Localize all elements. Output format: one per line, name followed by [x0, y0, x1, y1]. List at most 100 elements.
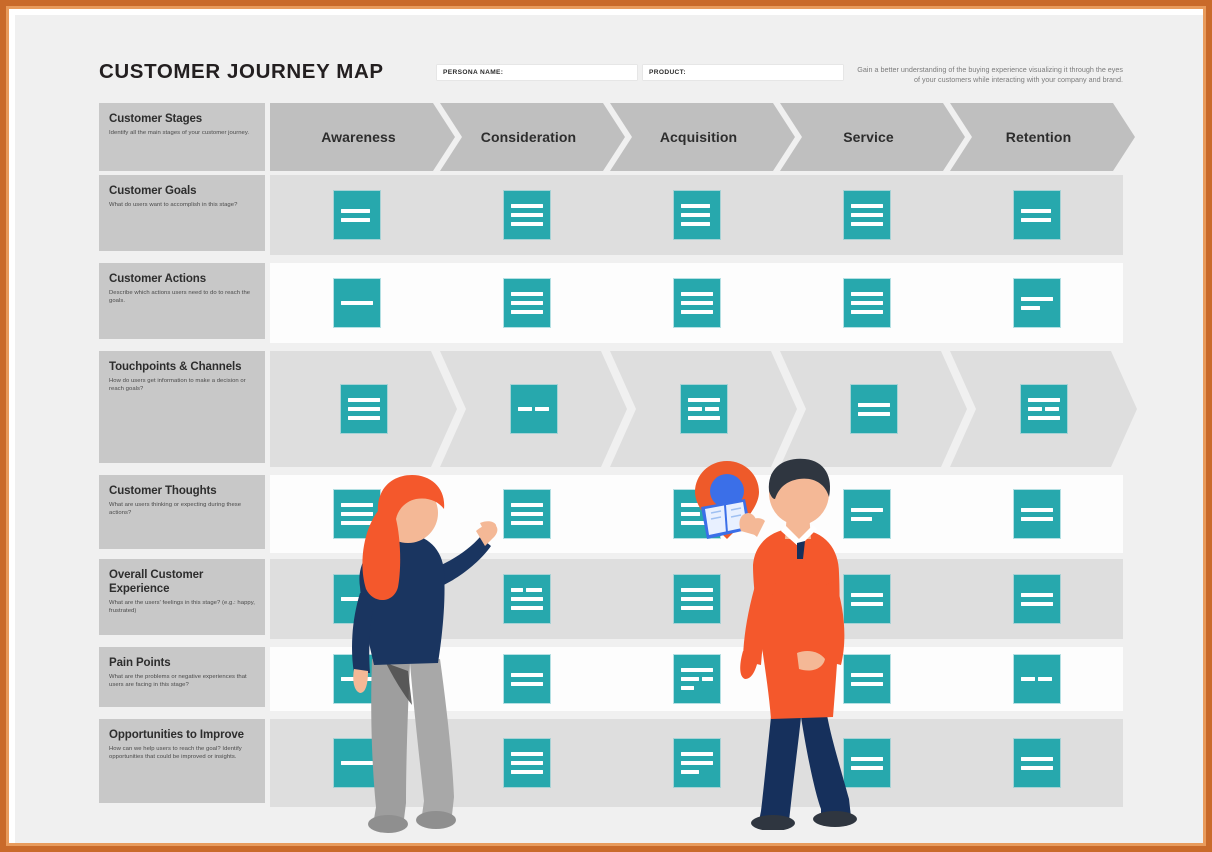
- note-card[interactable]: [333, 739, 380, 787]
- note-card[interactable]: [843, 575, 890, 623]
- cell-customer-goals-retention[interactable]: [950, 175, 1123, 255]
- note-card[interactable]: [333, 191, 380, 239]
- row-label-title: Opportunities to Improve: [109, 729, 244, 741]
- note-line: [1020, 756, 1053, 761]
- cell-opportunities-to-improve-consideration[interactable]: [440, 719, 613, 807]
- note-card[interactable]: [333, 279, 380, 327]
- note-card[interactable]: [333, 655, 380, 703]
- cell-pain-points-retention[interactable]: [950, 647, 1123, 711]
- row-label-touchpoints-channels[interactable]: Touchpoints & Channels How do users get i…: [99, 351, 265, 463]
- cell-pain-points-awareness[interactable]: [270, 647, 443, 711]
- cell-touchpoints-channels-service[interactable]: [780, 351, 967, 467]
- note-card[interactable]: [851, 385, 897, 433]
- note-card[interactable]: [843, 191, 890, 239]
- cell-overall-customer-experience-retention[interactable]: [950, 559, 1123, 639]
- cell-customer-goals-consideration[interactable]: [440, 175, 613, 255]
- cell-customer-goals-acquisition[interactable]: [610, 175, 783, 255]
- cell-customer-actions-acquisition[interactable]: [610, 263, 783, 343]
- cell-pain-points-acquisition[interactable]: [610, 647, 783, 711]
- stage-header-awareness[interactable]: Awareness: [270, 103, 455, 171]
- cell-customer-thoughts-acquisition[interactable]: [610, 475, 783, 553]
- note-line: [688, 398, 720, 402]
- stage-header-retention[interactable]: Retention: [950, 103, 1135, 171]
- cell-touchpoints-channels-consideration[interactable]: [440, 351, 627, 467]
- note-line: [850, 292, 883, 296]
- note-card[interactable]: [843, 279, 890, 327]
- note-line-segment: [705, 407, 719, 411]
- row-label-subtitle: Describe which actions users need to do …: [109, 290, 251, 305]
- note-card[interactable]: [1021, 385, 1067, 433]
- row-label-pain-points[interactable]: Pain Points What are the problems or nega…: [99, 647, 265, 707]
- note-card[interactable]: [503, 575, 550, 623]
- cell-opportunities-to-improve-acquisition[interactable]: [610, 719, 783, 807]
- note-card[interactable]: [1013, 575, 1060, 623]
- note-card[interactable]: [333, 575, 380, 623]
- note-card[interactable]: [1013, 490, 1060, 538]
- cell-opportunities-to-improve-retention[interactable]: [950, 719, 1123, 807]
- note-line-segment: [1037, 677, 1052, 681]
- note-card[interactable]: [503, 191, 550, 239]
- cell-customer-actions-consideration[interactable]: [440, 263, 613, 343]
- cell-customer-thoughts-retention[interactable]: [950, 475, 1123, 553]
- cell-touchpoints-channels-acquisition[interactable]: [610, 351, 797, 467]
- row-label-overall-customer-experience[interactable]: Overall Customer Experience What are the …: [99, 559, 265, 635]
- note-card[interactable]: [1013, 655, 1060, 703]
- note-card[interactable]: [843, 655, 890, 703]
- row-label-customer-thoughts[interactable]: Customer Thoughts What are users thinking…: [99, 475, 265, 549]
- stage-header-consideration[interactable]: Consideration: [440, 103, 625, 171]
- note-card[interactable]: [341, 385, 387, 433]
- note-card[interactable]: [1013, 739, 1060, 787]
- cell-opportunities-to-improve-awareness[interactable]: [270, 719, 443, 807]
- stage-header-service[interactable]: Service: [780, 103, 965, 171]
- cell-customer-actions-service[interactable]: [780, 263, 953, 343]
- cell-overall-customer-experience-awareness[interactable]: [270, 559, 443, 639]
- cell-customer-goals-awareness[interactable]: [270, 175, 443, 255]
- row-label-subtitle: What do users want to accomplish in this…: [109, 202, 238, 209]
- note-card[interactable]: [1013, 191, 1060, 239]
- cell-overall-customer-experience-consideration[interactable]: [440, 559, 613, 639]
- note-card[interactable]: [673, 575, 720, 623]
- row-label-customer-actions[interactable]: Customer Actions Describe which actions u…: [99, 263, 265, 339]
- note-card[interactable]: [673, 279, 720, 327]
- note-line: [680, 597, 713, 601]
- cell-customer-thoughts-consideration[interactable]: [440, 475, 613, 553]
- note-line: [850, 756, 883, 761]
- cell-overall-customer-experience-acquisition[interactable]: [610, 559, 783, 639]
- note-card[interactable]: [511, 385, 557, 433]
- cell-customer-goals-service[interactable]: [780, 175, 953, 255]
- note-line: [850, 301, 883, 305]
- note-line: [510, 606, 543, 610]
- note-card[interactable]: [333, 490, 380, 538]
- row-label-opportunities-to-improve[interactable]: Opportunities to Improve How can we help …: [99, 719, 265, 803]
- row-label-customer-goals[interactable]: Customer Goals What do users want to acco…: [99, 175, 265, 251]
- cell-pain-points-consideration[interactable]: [440, 647, 613, 711]
- cell-pain-points-service[interactable]: [780, 647, 953, 711]
- note-line: [510, 503, 543, 507]
- note-card[interactable]: [503, 655, 550, 703]
- note-card[interactable]: [673, 655, 720, 703]
- note-card[interactable]: [503, 279, 550, 327]
- note-card[interactable]: [1013, 279, 1060, 327]
- note-card[interactable]: [503, 739, 550, 787]
- cell-touchpoints-channels-retention[interactable]: [950, 351, 1137, 467]
- cell-opportunities-to-improve-service[interactable]: [780, 719, 953, 807]
- cell-customer-thoughts-awareness[interactable]: [270, 475, 443, 553]
- note-card[interactable]: [673, 191, 720, 239]
- cell-customer-actions-awareness[interactable]: [270, 263, 443, 343]
- note-card[interactable]: [843, 490, 890, 538]
- stage-header-acquisition[interactable]: Acquisition: [610, 103, 795, 171]
- cell-customer-thoughts-service[interactable]: [780, 475, 953, 553]
- note-card[interactable]: [681, 385, 727, 433]
- note-line: [680, 213, 710, 217]
- note-card[interactable]: [673, 490, 720, 538]
- row-label-customer-stages[interactable]: Customer Stages Identify all the main sta…: [99, 103, 265, 171]
- cell-overall-customer-experience-service[interactable]: [780, 559, 953, 639]
- note-card[interactable]: [503, 490, 550, 538]
- note-card[interactable]: [843, 739, 890, 787]
- cell-customer-actions-retention[interactable]: [950, 263, 1123, 343]
- note-card[interactable]: [673, 739, 720, 787]
- note-line-group: [688, 407, 720, 411]
- cell-touchpoints-channels-awareness[interactable]: [270, 351, 457, 467]
- note-line: [348, 398, 380, 402]
- note-line: [850, 765, 883, 770]
